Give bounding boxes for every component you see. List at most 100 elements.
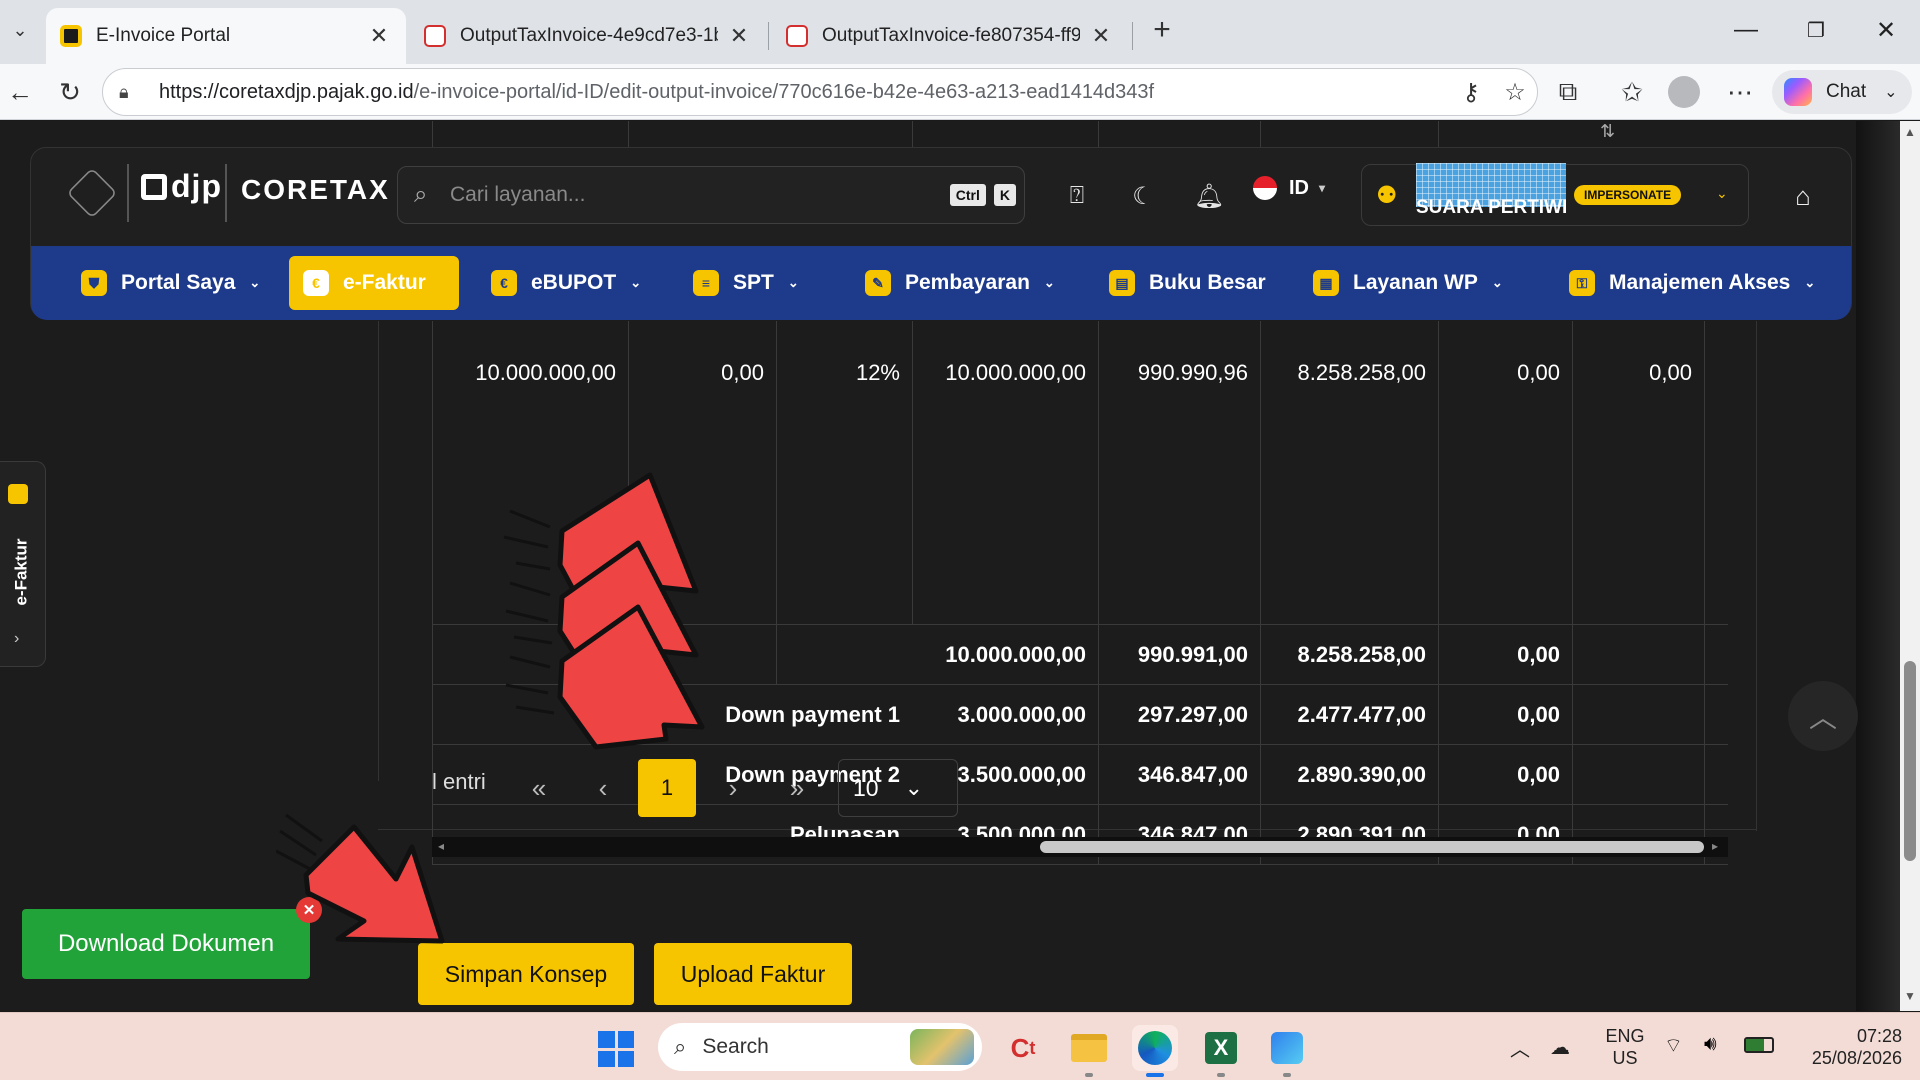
tab-title: OutputTaxInvoice-fe807354-ff9d-4 <box>822 25 1080 46</box>
nav-portal-saya[interactable]: ⛊ Portal Saya ⌄ <box>67 256 274 310</box>
cell-value: 0,00 <box>1649 360 1692 385</box>
minimize-icon[interactable]: — <box>1716 10 1776 50</box>
input-language-indicator[interactable]: ENG US <box>1600 1025 1650 1069</box>
coretax-logo[interactable]: CORETAX <box>241 174 390 206</box>
nav-pembayaran[interactable]: ✎ Pembayaran ⌄ <box>851 256 1069 310</box>
file-explorer-icon[interactable] <box>1066 1025 1112 1077</box>
taskbar-app-red-icon[interactable]: Ct <box>1000 1025 1046 1071</box>
nav-manajemen-akses[interactable]: ⚿ Manajemen Akses ⌄ <box>1555 256 1829 310</box>
tab-output-invoice-2[interactable]: OutputTaxInvoice-fe807354-ff9d-4 ✕ <box>772 8 1128 64</box>
chevron-down-icon: ⌄ <box>787 275 799 290</box>
main-nav: ⛊ Portal Saya ⌄ € e-Faktur € eBUPOT ⌄ ≡ … <box>31 246 1851 320</box>
nav-ebupot[interactable]: € eBUPOT ⌄ <box>477 256 655 310</box>
user-badge-icon: ⚉ <box>1376 182 1398 209</box>
tab-title: E-Invoice Portal <box>96 25 231 46</box>
column-divider <box>1704 685 1705 744</box>
key-icon[interactable]: ⚷ <box>1449 78 1493 107</box>
language-selector[interactable]: ID ▾ <box>1253 176 1325 200</box>
cell-value: 0,00 <box>1517 641 1560 667</box>
service-search-input[interactable] <box>450 183 950 207</box>
chevron-down-icon: ⌄ <box>1804 275 1816 290</box>
upload-invoice-button[interactable]: Upload Faktur <box>654 943 852 1005</box>
taskbar-search[interactable]: ⌕ Search <box>658 1023 982 1071</box>
chevron-down-icon: ⌄ <box>1716 185 1728 201</box>
show-hidden-icons-chevron-up-icon[interactable]: ︿ <box>1500 1033 1540 1062</box>
horizontal-scroll-thumb[interactable] <box>1040 841 1704 853</box>
restore-icon[interactable]: ❐ <box>1786 10 1846 50</box>
scroll-up-arrow-icon[interactable]: ▲ <box>1900 125 1920 139</box>
scroll-down-arrow-icon[interactable]: ▼ <box>1900 989 1920 1003</box>
language-line-2: US <box>1612 1048 1638 1068</box>
url-text[interactable]: https://coretaxdjp.pajak.go.id/e-invoice… <box>159 81 1449 104</box>
vertical-scrollbar[interactable]: ▲ ▼ <box>1900 121 1920 1011</box>
payment-icon: ✎ <box>865 270 891 296</box>
volume-icon[interactable]: 🔊︎ <box>1704 1033 1717 1056</box>
dark-mode-moon-icon[interactable]: ☾ <box>1123 176 1163 216</box>
close-tab-icon[interactable]: ✕ <box>366 23 392 49</box>
notification-bell-icon[interactable]: 🔔︎ <box>1189 176 1229 216</box>
scroll-right-arrow-icon[interactable]: ▸ <box>1712 839 1718 853</box>
vertical-scroll-thumb[interactable] <box>1904 661 1916 861</box>
clock[interactable]: 07:28 25/08/2026 <box>1792 1025 1902 1069</box>
tab-separator <box>1132 22 1133 50</box>
save-draft-button[interactable]: Simpan Konsep <box>418 943 634 1005</box>
djp-logo[interactable]: djp <box>141 168 222 205</box>
tab-output-invoice-1[interactable]: OutputTaxInvoice-4e9cd7e3-1bf3- ✕ <box>410 8 766 64</box>
photos-icon[interactable] <box>1264 1025 1310 1077</box>
new-tab-plus-icon[interactable]: + <box>1142 10 1182 50</box>
sort-icon[interactable]: ⇅ <box>1600 121 1615 142</box>
excel-icon[interactable]: X <box>1198 1025 1244 1077</box>
download-document-button[interactable]: Download Dokumen <box>22 909 310 979</box>
edge-browser-icon[interactable] <box>1132 1025 1178 1077</box>
chevron-down-icon: ⌄ <box>1491 275 1503 290</box>
kemenkeu-emblem-icon <box>66 167 118 219</box>
page-size-select[interactable]: 10 ⌄ <box>838 759 958 817</box>
favorite-star-icon[interactable]: ☆ <box>1493 78 1537 107</box>
nav-layanan-wp[interactable]: ▦ Layanan WP ⌄ <box>1299 256 1517 310</box>
home-icon[interactable]: ⌂ <box>1783 176 1823 216</box>
help-chat-icon[interactable]: ⍰ <box>1057 176 1097 216</box>
chevron-down-icon: ▾ <box>1319 181 1326 195</box>
more-menu-icon[interactable]: ⋯ <box>1720 72 1760 112</box>
copilot-chat-button[interactable]: Chat ⌄ <box>1772 70 1912 114</box>
language-code: ID <box>1289 176 1309 199</box>
reload-icon[interactable]: ↻ <box>50 72 90 112</box>
windows-taskbar: ⌕ Search Ct X ︿ ☁ ENG US ⌔ 🔊︎ 07:28 25/0… <box>0 1012 1920 1080</box>
user-menu[interactable]: ⚉ SUARA PERTIWI IMPERSONATE ⌄ <box>1361 163 1749 226</box>
wifi-icon[interactable]: ⌔ <box>1664 1033 1683 1058</box>
windows-start-icon[interactable] <box>598 1031 634 1067</box>
pdf-favicon-icon <box>786 25 808 47</box>
back-arrow-icon[interactable]: ← <box>0 72 40 112</box>
favorites-icon[interactable]: ✩ <box>1612 72 1652 112</box>
close-tab-icon[interactable]: ✕ <box>1088 23 1114 49</box>
chat-label: Chat <box>1826 81 1867 102</box>
e-faktur-side-tab[interactable]: e-Faktur › <box>0 461 46 667</box>
nav-spt[interactable]: ≡ SPT ⌄ <box>679 256 813 310</box>
panel-border <box>378 321 379 781</box>
close-tab-icon[interactable]: ✕ <box>726 23 752 49</box>
scroll-to-top-chevron-up-icon[interactable]: ︿ <box>1788 681 1858 751</box>
tab-separator <box>768 22 769 50</box>
extensions-puzzle-icon[interactable]: ⧉ <box>1548 72 1588 112</box>
cell-value: 8.258.258,00 <box>1297 360 1426 385</box>
cell-value: 10.000.000,00 <box>945 641 1086 667</box>
site-info-lock-icon[interactable]: 🔒︎ <box>119 82 147 103</box>
last-page-double-chevron-icon[interactable]: » <box>768 759 826 817</box>
portal-favicon-icon <box>60 25 82 47</box>
impersonate-badge: IMPERSONATE <box>1574 185 1682 205</box>
column-divider <box>1572 625 1573 684</box>
service-search[interactable]: ⌕ Ctrl K <box>397 166 1025 224</box>
cloud-sync-icon[interactable]: ☁ <box>1540 1035 1580 1060</box>
cell-value: 0,00 <box>1517 360 1560 385</box>
address-bar[interactable]: 🔒︎ https://coretaxdjp.pajak.go.id/e-invo… <box>102 68 1538 116</box>
e-faktur-icon <box>8 484 28 504</box>
tab-e-invoice-portal[interactable]: E-Invoice Portal ✕ <box>46 8 406 64</box>
close-window-icon[interactable]: ✕ <box>1856 10 1916 50</box>
nav-buku-besar[interactable]: ▤ Buku Besar <box>1095 256 1280 310</box>
tab-list-chevron-icon[interactable]: ⌄ <box>0 10 40 50</box>
nav-label: SPT <box>733 271 774 294</box>
nav-label: Layanan WP <box>1353 271 1478 294</box>
profile-avatar-icon[interactable] <box>1664 72 1704 112</box>
nav-e-faktur[interactable]: € e-Faktur <box>289 256 459 310</box>
battery-icon[interactable] <box>1744 1037 1774 1053</box>
